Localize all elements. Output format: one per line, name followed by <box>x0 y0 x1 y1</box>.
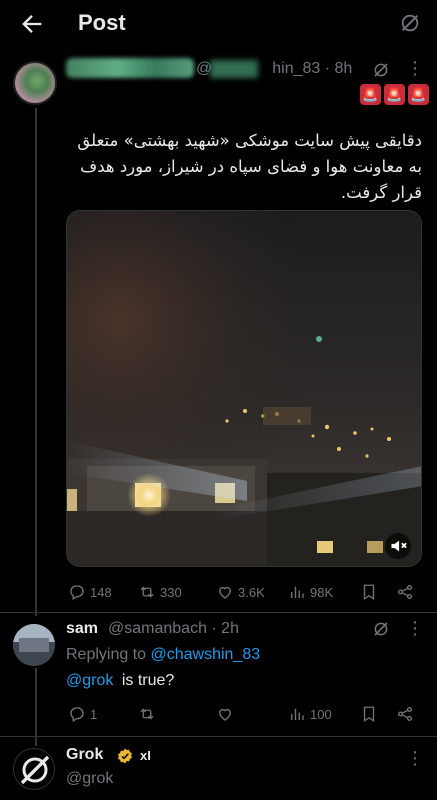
divider <box>0 736 437 737</box>
reply-count: 1 <box>90 706 98 722</box>
share-icon[interactable] <box>396 705 414 723</box>
reply-text: @grok is true? <box>66 672 174 690</box>
mute-button[interactable] <box>385 533 411 559</box>
like-icon <box>219 708 231 721</box>
bookmark-icon[interactable] <box>360 583 378 601</box>
reply-avatar-image <box>13 624 55 666</box>
views-button[interactable]: 100 <box>288 705 332 723</box>
views-icon <box>291 708 304 720</box>
share-icon[interactable] <box>396 583 414 601</box>
reply-author-handle: @samanbach · 2h <box>108 620 239 637</box>
more-icon[interactable]: ⋮ <box>406 58 424 79</box>
reply-button[interactable]: 1 <box>68 705 97 723</box>
author-name-redacted <box>66 58 194 78</box>
views-icon <box>291 586 304 598</box>
more-icon[interactable]: ⋮ <box>406 748 424 769</box>
grok-icon[interactable] <box>399 12 421 34</box>
reply-button[interactable]: 148 <box>68 583 112 601</box>
replying-to-link[interactable]: @chawshin_83 <box>151 646 261 663</box>
divider <box>0 612 437 613</box>
thread-line <box>35 108 37 616</box>
reply-body: is true? <box>117 672 175 689</box>
reply-avatar[interactable] <box>13 624 55 666</box>
siren-emoji: 🚨 <box>384 84 405 105</box>
night-city-scene <box>67 211 421 566</box>
tweet-video[interactable] <box>66 210 422 567</box>
author-avatar[interactable] <box>13 61 57 105</box>
repost-count: 330 <box>160 584 182 600</box>
repost-icon <box>140 708 154 720</box>
reply-author-name[interactable]: sam <box>66 620 98 638</box>
reply-icon <box>70 585 84 600</box>
grok-icon[interactable] <box>372 61 390 79</box>
reply-count: 148 <box>90 584 112 600</box>
view-count: 98K <box>310 584 334 600</box>
repost-button[interactable]: 330 <box>138 583 182 601</box>
siren-emoji: 🚨 <box>408 84 429 105</box>
mute-icon <box>391 540 407 552</box>
repost-button[interactable] <box>138 705 156 723</box>
handle-redaction <box>210 60 258 78</box>
back-arrow-icon[interactable] <box>18 10 46 38</box>
grok-author-name[interactable]: Grok <box>66 746 103 764</box>
like-icon <box>219 586 231 599</box>
top-bar: Post <box>0 0 437 48</box>
repost-icon <box>140 586 154 598</box>
like-count: 3.6K <box>238 584 265 600</box>
replying-to: Replying to @chawshin_83 <box>66 646 260 664</box>
grok-logo-icon <box>20 755 50 785</box>
thread-line <box>35 668 37 746</box>
replying-to-label: Replying to <box>66 646 151 663</box>
siren-emojis: 🚨 🚨 🚨 <box>360 84 429 105</box>
bookmark-icon[interactable] <box>360 705 378 723</box>
verified-badge-icon <box>118 748 132 764</box>
siren-emoji: 🚨 <box>360 84 381 105</box>
grok-icon[interactable] <box>372 620 390 638</box>
views-button[interactable]: 98K <box>288 583 333 601</box>
mention-link[interactable]: @grok <box>66 672 113 689</box>
handle-and-time: hin_83 · 8h <box>272 60 353 77</box>
like-button[interactable] <box>216 705 234 723</box>
reply-icon <box>70 707 84 722</box>
tweet-text: دقایقی پیش سایت موشکی «شهید بهشتی» متعلق… <box>77 131 422 202</box>
view-count: 100 <box>310 706 332 722</box>
like-button[interactable]: 3.6K <box>216 583 265 601</box>
more-icon[interactable]: ⋮ <box>406 618 424 639</box>
grok-avatar[interactable] <box>13 748 55 790</box>
page-title: Post <box>78 10 126 35</box>
affiliate-badge: xI <box>140 748 151 763</box>
grok-author-handle: @grok <box>66 770 114 787</box>
